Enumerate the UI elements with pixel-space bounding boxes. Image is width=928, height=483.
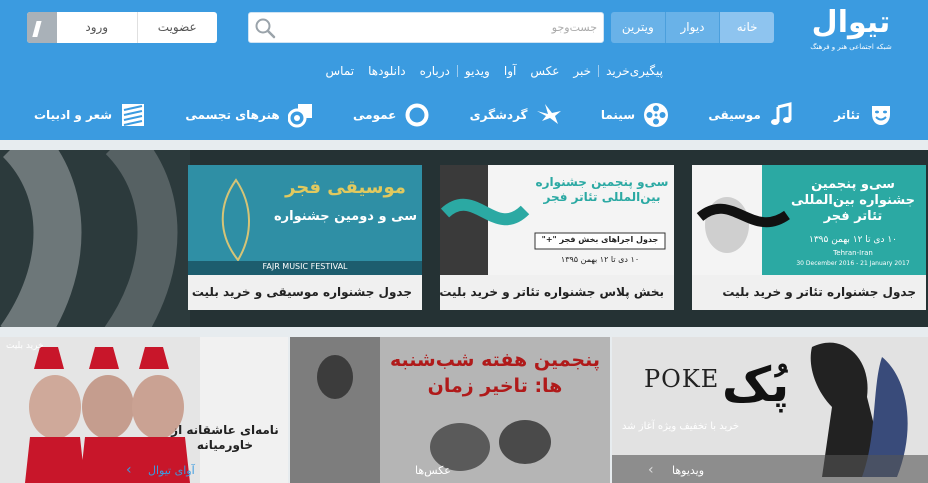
poster-title: سی‌و پنجمین جشنواره بین‌المللی تئاتر فجر bbox=[535, 175, 669, 204]
tile-label: آوای تیوال bbox=[148, 464, 195, 477]
book-icon bbox=[122, 104, 145, 126]
film-reel-icon bbox=[644, 103, 668, 127]
poster-music-festival: موسیقی فجر سی و دومین جشنواره FAJR MUSIC… bbox=[188, 165, 422, 275]
category-tourism[interactable]: گردشگری bbox=[470, 98, 562, 132]
link-purchase-tracking[interactable]: پیگیری‌خرید bbox=[599, 64, 670, 78]
category-poetry-literature[interactable]: شعر و ادبیات bbox=[34, 98, 146, 132]
site-header: تیوال شبکه اجتماعی هنر و فرهنگ ویترین دی… bbox=[0, 0, 928, 140]
tile-photos[interactable]: پنجمین هفته شب‌شنبه ها: تاخیر زمان عکس‌ه… bbox=[290, 337, 610, 483]
link-audio[interactable]: آوا bbox=[497, 64, 523, 78]
account-box: ورود عضویت bbox=[27, 12, 217, 43]
featured-card-theater-plus[interactable]: سی‌و پنجمین جشنواره بین‌المللی تئاتر فجر… bbox=[440, 165, 674, 310]
user-avatar-icon[interactable] bbox=[27, 12, 57, 43]
circle-icon bbox=[405, 103, 429, 127]
poster-title-fa: پُک bbox=[722, 357, 790, 413]
featured-card-theater[interactable]: سی‌و پنجمین جشنواره بین‌المللی تئاتر فجر… bbox=[692, 165, 926, 310]
featured-caption: جدول جشنواره موسیقی و خرید بلیت bbox=[191, 285, 412, 299]
link-photos[interactable]: عکس bbox=[523, 64, 566, 78]
poster-dates-en: 30 December 2016 - 21 January 2017 bbox=[796, 260, 910, 267]
category-label: هنرهای تجسمی bbox=[185, 108, 280, 122]
poster-love-letter bbox=[0, 337, 288, 483]
link-about[interactable]: درباره bbox=[413, 64, 457, 78]
link-news[interactable]: خبر bbox=[566, 64, 598, 78]
media-tiles: POKE پُک خرید با تخفیف ویژه آغاز شد ویدی… bbox=[0, 337, 928, 483]
tile-audio[interactable]: نامه‌ای عاشقانه از خاورمیانه خرید بلیت آ… bbox=[0, 337, 288, 483]
link-contact[interactable]: تماس bbox=[319, 64, 362, 78]
shapes-icon bbox=[287, 104, 312, 128]
logo-tagline: شبکه اجتماعی هنر و فرهنگ bbox=[810, 43, 892, 51]
poster-subtitle: سی و دومین جشنواره bbox=[273, 209, 418, 224]
category-label: عمومی bbox=[353, 108, 397, 122]
poster-title: موسیقی فجر bbox=[285, 177, 406, 198]
tab-vitrine[interactable]: ویترین bbox=[611, 12, 665, 43]
category-visual-arts[interactable]: هنرهای تجسمی bbox=[185, 98, 313, 132]
featured-caption: بخش پلاس جشنواره تئاتر و خرید بلیت bbox=[440, 285, 664, 299]
tile-label: ویدیوها bbox=[672, 464, 705, 477]
featured-caption: جدول جشنواره تئاتر و خرید بلیت bbox=[722, 285, 916, 299]
search-box bbox=[248, 12, 604, 43]
logo-wordmark: تیوال bbox=[811, 5, 891, 40]
tile-videos[interactable]: POKE پُک خرید با تخفیف ویژه آغاز شد ویدی… bbox=[612, 337, 928, 483]
bird-icon bbox=[536, 104, 561, 124]
theater-masks-icon bbox=[871, 106, 890, 125]
tile-label: عکس‌ها bbox=[415, 464, 451, 477]
category-label: گردشگری bbox=[469, 108, 528, 122]
link-video[interactable]: ویدیو bbox=[458, 64, 497, 78]
poster-title-en: FAJR MUSIC FESTIVAL bbox=[262, 262, 348, 271]
music-note-icon bbox=[770, 102, 792, 125]
poster-title: سی‌و پنجمین جشنواره بین‌المللی تئاتر فجر bbox=[791, 177, 915, 224]
chevron-left-icon[interactable]: ‹ bbox=[126, 462, 132, 478]
category-nav: تئاتر موسیقی سینما گردشگری عمومی هنرهای … bbox=[34, 98, 894, 132]
tile-overlay-text: خرید بلیت bbox=[6, 341, 44, 351]
login-button[interactable]: ورود bbox=[57, 12, 137, 43]
poster-theater-festival: سی‌و پنجمین جشنواره بین‌المللی تئاتر فجر… bbox=[692, 165, 926, 275]
poster-theater-plus: سی‌و پنجمین جشنواره بین‌المللی تئاتر فجر… bbox=[440, 165, 674, 275]
category-label: سینما bbox=[600, 108, 635, 122]
category-general[interactable]: عمومی bbox=[353, 98, 430, 132]
tab-wall[interactable]: دیوار bbox=[664, 12, 720, 43]
category-music[interactable]: موسیقی bbox=[708, 98, 794, 132]
tab-home[interactable]: خانه bbox=[719, 12, 774, 43]
chevron-left-icon[interactable]: ‹ bbox=[648, 462, 654, 478]
poster-title-fa: پنجمین هفته شب‌شنبه ها: تاخیر زمان bbox=[389, 349, 601, 397]
featured-card-music[interactable]: موسیقی فجر سی و دومین جشنواره FAJR MUSIC… bbox=[188, 165, 422, 310]
poster-dates: ۱۰ دی تا ۱۲ بهمن ۱۳۹۵ bbox=[560, 255, 640, 264]
category-theater[interactable]: تئاتر bbox=[834, 98, 894, 132]
search-input[interactable] bbox=[279, 13, 597, 42]
top-nav-tabs: ویترین دیوار خانه bbox=[611, 12, 774, 43]
poster-dates: ۱۰ دی تا ۱۲ بهمن ۱۳۹۵ bbox=[808, 235, 897, 245]
signup-button[interactable]: عضویت bbox=[136, 12, 218, 43]
poster-city: Tehran-Iran bbox=[833, 249, 873, 257]
secondary-links: پیگیری‌خرید خبر عکس آوا ویدیو درباره دان… bbox=[319, 62, 670, 80]
poster-title-en: POKE bbox=[644, 365, 720, 393]
category-label: شعر و ادبیات bbox=[34, 108, 113, 122]
site-logo[interactable]: تیوال شبکه اجتماعی هنر و فرهنگ bbox=[796, 4, 906, 62]
category-label: موسیقی bbox=[708, 108, 761, 122]
category-cinema[interactable]: سینما bbox=[601, 98, 669, 132]
featured-carousel: سی‌و پنجمین جشنواره بین‌المللی تئاتر فجر… bbox=[0, 150, 928, 327]
link-downloads[interactable]: دانلودها bbox=[361, 64, 413, 78]
poster-subtitle: جدول اجراهای بخش فجر "+" bbox=[541, 235, 659, 244]
poster-title-fa: نامه‌ای عاشقانه از خاورمیانه bbox=[171, 423, 279, 452]
tile-overlay-text: خرید با تخفیف ویژه آغاز شد bbox=[622, 421, 740, 432]
search-icon[interactable] bbox=[253, 16, 277, 40]
category-label: تئاتر bbox=[834, 108, 860, 122]
background-logo-shape bbox=[0, 150, 190, 327]
